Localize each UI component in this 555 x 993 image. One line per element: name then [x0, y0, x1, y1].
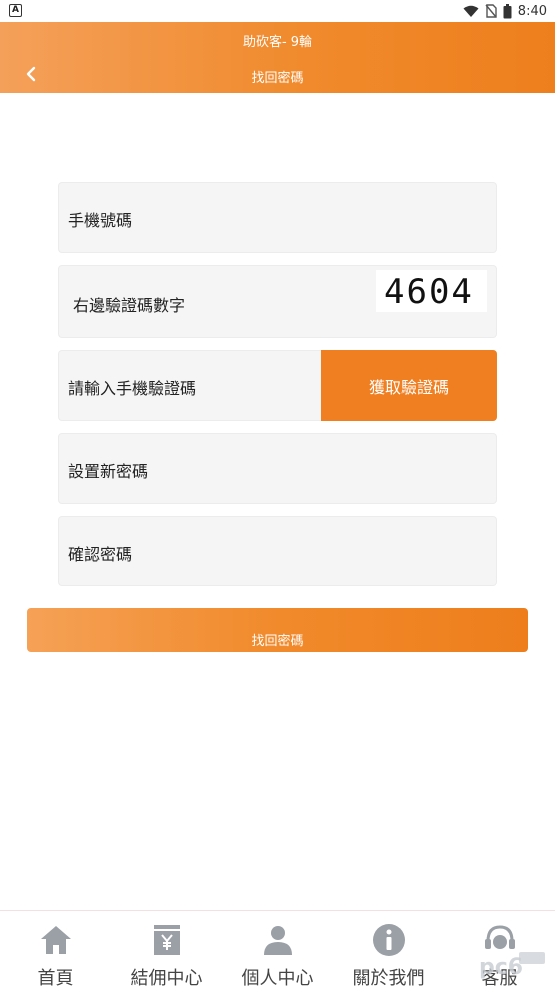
find-password-submit-button[interactable]: 找回密碼: [27, 608, 528, 652]
captcha-code-graphic: 4604: [384, 272, 474, 312]
nav-item-home[interactable]: 首頁: [0, 911, 111, 993]
nav-item-commission[interactable]: 結佣中心: [111, 911, 222, 993]
nav-item-about[interactable]: 關於我們: [333, 911, 444, 993]
pc6-watermark-logo: pc6: [479, 952, 545, 980]
person-icon: [264, 926, 292, 955]
captcha-image[interactable]: 4604: [376, 270, 487, 312]
nav-label-profile: 個人中心: [241, 968, 314, 989]
app-title: 助砍客- 9輪: [242, 35, 313, 50]
captcha-code-text: 4604: [384, 272, 474, 312]
info-icon: [373, 924, 405, 956]
nav-label-commission: 結佣中心: [130, 968, 203, 989]
find-password-screen: A 8:40 助砍客- 9輪 找回密碼 手機號碼 右邊驗證碼數字 4604 請輸…: [0, 0, 555, 993]
bottom-nav: 首頁 結佣中心 個人中心 關於我們 客服: [0, 910, 555, 993]
new-password-field[interactable]: 設置新密碼: [58, 433, 497, 504]
svg-text:pc6: pc6: [479, 955, 523, 980]
phone-placeholder: 手機號碼: [68, 211, 133, 230]
home-icon: [41, 926, 71, 954]
battery-icon: [503, 3, 512, 18]
status-bar: A 8:40: [0, 0, 555, 22]
nav-label-about: 關於我們: [352, 968, 425, 989]
no-sim-icon: [485, 4, 497, 18]
captcha-field[interactable]: 右邊驗證碼數字 4604: [58, 265, 497, 338]
page-title: 找回密碼: [251, 71, 304, 86]
status-time: 8:40: [517, 3, 547, 19]
sms-code-field[interactable]: 請輸入手機驗證碼 獲取驗證碼: [58, 350, 497, 421]
confirm-password-placeholder: 確認密碼: [68, 545, 133, 564]
sms-code-placeholder: 請輸入手機驗證碼: [68, 379, 197, 398]
nav-label-home: 首頁: [37, 968, 74, 989]
confirm-password-field[interactable]: 確認密碼: [58, 516, 497, 586]
submit-label: 找回密碼: [251, 634, 304, 649]
app-notification-icon: A: [9, 4, 22, 17]
new-password-placeholder: 設置新密碼: [68, 462, 149, 481]
get-sms-code-button[interactable]: 獲取驗證碼: [321, 350, 497, 421]
top-header: 助砍客- 9輪 找回密碼: [0, 22, 555, 93]
captcha-placeholder: 右邊驗證碼數字: [73, 296, 186, 315]
yen-icon: [154, 925, 180, 955]
nav-item-profile[interactable]: 個人中心: [222, 911, 333, 993]
phone-field[interactable]: 手機號碼: [58, 182, 497, 253]
status-icons: 8:40: [463, 2, 547, 20]
wifi-icon: [463, 5, 479, 17]
